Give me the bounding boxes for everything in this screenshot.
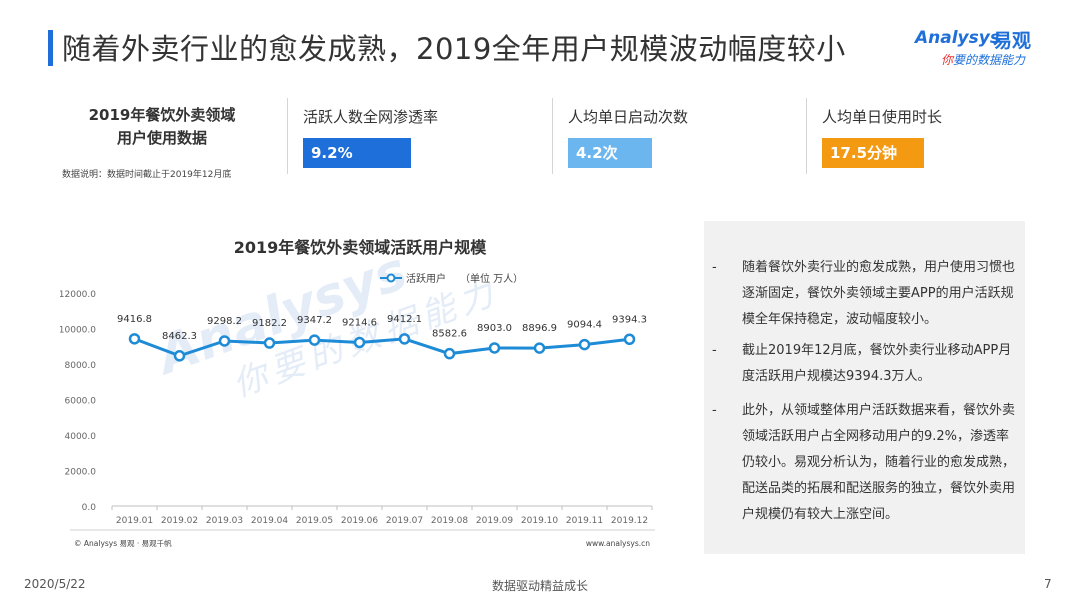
data-label: 9182.2: [252, 318, 287, 329]
page-title: 随着外卖行业的愈发成熟，2019全年用户规模波动幅度较小: [62, 32, 846, 66]
analysys-logo: Analysys 易观 你要的数据能力: [915, 28, 1060, 70]
legend-marker: [386, 273, 396, 283]
data-point: [218, 335, 231, 347]
y-tick-label: 8000.0: [65, 361, 97, 371]
data-label: 9416.8: [117, 314, 152, 325]
data-point: [173, 350, 186, 362]
metric-label: 人均单日使用时长: [822, 108, 943, 126]
summary-title-line1: 2019年餐饮外卖领域: [88, 106, 236, 124]
metric-divider: [287, 98, 288, 174]
x-tick-label: 2019.11: [566, 516, 603, 526]
metric-label: 活跃人数全网渗透率: [303, 108, 439, 126]
metric-divider: [552, 98, 553, 174]
y-tick-label: 0.0: [82, 503, 97, 513]
analysis-panel: - 随着餐饮外卖行业的愈发成熟，用户使用习惯也逐渐固定，餐饮外卖领域主要APP的…: [704, 221, 1025, 554]
data-label: 9412.1: [387, 314, 422, 325]
analysis-text: 此外，从领域整体用户活跃数据来看，餐饮外卖领域活跃用户占全网移动用户的9.2%，…: [742, 403, 1016, 522]
bullet-dash: -: [712, 260, 717, 275]
data-point: [443, 347, 456, 360]
title-accent-bar: [48, 30, 53, 66]
data-point: [308, 334, 321, 346]
x-tick-label: 2019.07: [386, 516, 423, 526]
x-tick-label: 2019.09: [476, 516, 513, 526]
data-label: 9347.2: [297, 315, 332, 326]
data-label: 9394.3: [612, 314, 647, 325]
data-label: 8903.0: [477, 323, 512, 334]
chart-canvas: 活跃用户 （单位 万人） 0.0 2000.0 4000.0 6000.0 8000.0 10…: [60, 272, 655, 548]
data-label: 9298.2: [207, 316, 242, 327]
y-tick-label: 12000.0: [60, 290, 96, 300]
line-chart: 2019年餐饮外卖领域活跃用户规模 活跃用户 （单位 万人） 0.0 2000.0 40…: [60, 220, 664, 560]
data-point: [488, 342, 501, 354]
data-label: 8462.3: [162, 331, 197, 342]
x-tick-label: 2019.04: [251, 516, 288, 526]
data-point: [623, 333, 636, 346]
x-tick-label: 2019.01: [116, 516, 153, 526]
metric-label: 人均单日启动次数: [568, 108, 689, 126]
x-tick-label: 2019.02: [161, 516, 198, 526]
source-right: www.analysys.cn: [586, 539, 650, 548]
data-label: 9214.6: [342, 317, 377, 328]
x-tick-label: 2019.03: [206, 516, 243, 526]
source-left: © Analysys 易观 · 易观千帆: [74, 538, 172, 548]
summary-title: 2019年餐饮外卖领域 用户使用数据: [62, 104, 262, 150]
legend-unit: （单位 万人）: [460, 272, 523, 285]
data-point: [578, 338, 591, 351]
series-line: [133, 337, 630, 358]
y-tick-label: 6000.0: [65, 397, 97, 407]
bullet-dash: -: [712, 403, 717, 418]
data-point: [533, 342, 546, 354]
analysis-text: 截止2019年12月底，餐饮外卖行业移动APP月度活跃用户规模达9394.3万人…: [742, 343, 1012, 384]
y-tick-label: 2000.0: [65, 468, 97, 478]
logo-text-en: Analysys: [915, 28, 1000, 48]
logo-tagline: 你要的数据能力: [941, 53, 1026, 67]
y-tick-label: 10000.0: [60, 326, 96, 336]
data-label: 8582.6: [432, 329, 467, 340]
x-tick-label: 2019.05: [296, 516, 333, 526]
data-note: 数据说明：数据时间截止于2019年12月底: [62, 170, 232, 180]
y-tick-label: 4000.0: [65, 432, 97, 442]
x-tick-label: 2019.12: [611, 516, 648, 526]
data-label: 8896.9: [522, 323, 557, 334]
legend-label: 活跃用户: [406, 272, 446, 285]
analysis-text: 随着餐饮外卖行业的愈发成熟，用户使用习惯也逐渐固定，餐饮外卖领域主要APP的用户…: [742, 260, 1016, 327]
metric-divider: [806, 98, 807, 174]
logo-text-cn: 易观: [993, 30, 1032, 52]
data-point: [128, 333, 141, 345]
page-number: 7: [1044, 577, 1052, 591]
data-point: [353, 336, 366, 349]
data-point: [263, 337, 276, 349]
x-tick-label: 2019.08: [431, 516, 468, 526]
metric-value-box: 17.5分钟: [822, 138, 924, 168]
summary-title-line2: 用户使用数据: [116, 129, 207, 147]
x-tick-label: 2019.10: [521, 516, 558, 526]
data-label: 9094.4: [567, 320, 602, 331]
bullet-dash: -: [712, 343, 717, 358]
footer-slogan: 数据驱动精益成长: [491, 579, 588, 593]
metric-value-box: 9.2%: [303, 138, 411, 168]
data-point: [398, 333, 411, 345]
x-tick-label: 2019.06: [341, 516, 378, 526]
metric-value-box: 4.2次: [568, 138, 652, 168]
